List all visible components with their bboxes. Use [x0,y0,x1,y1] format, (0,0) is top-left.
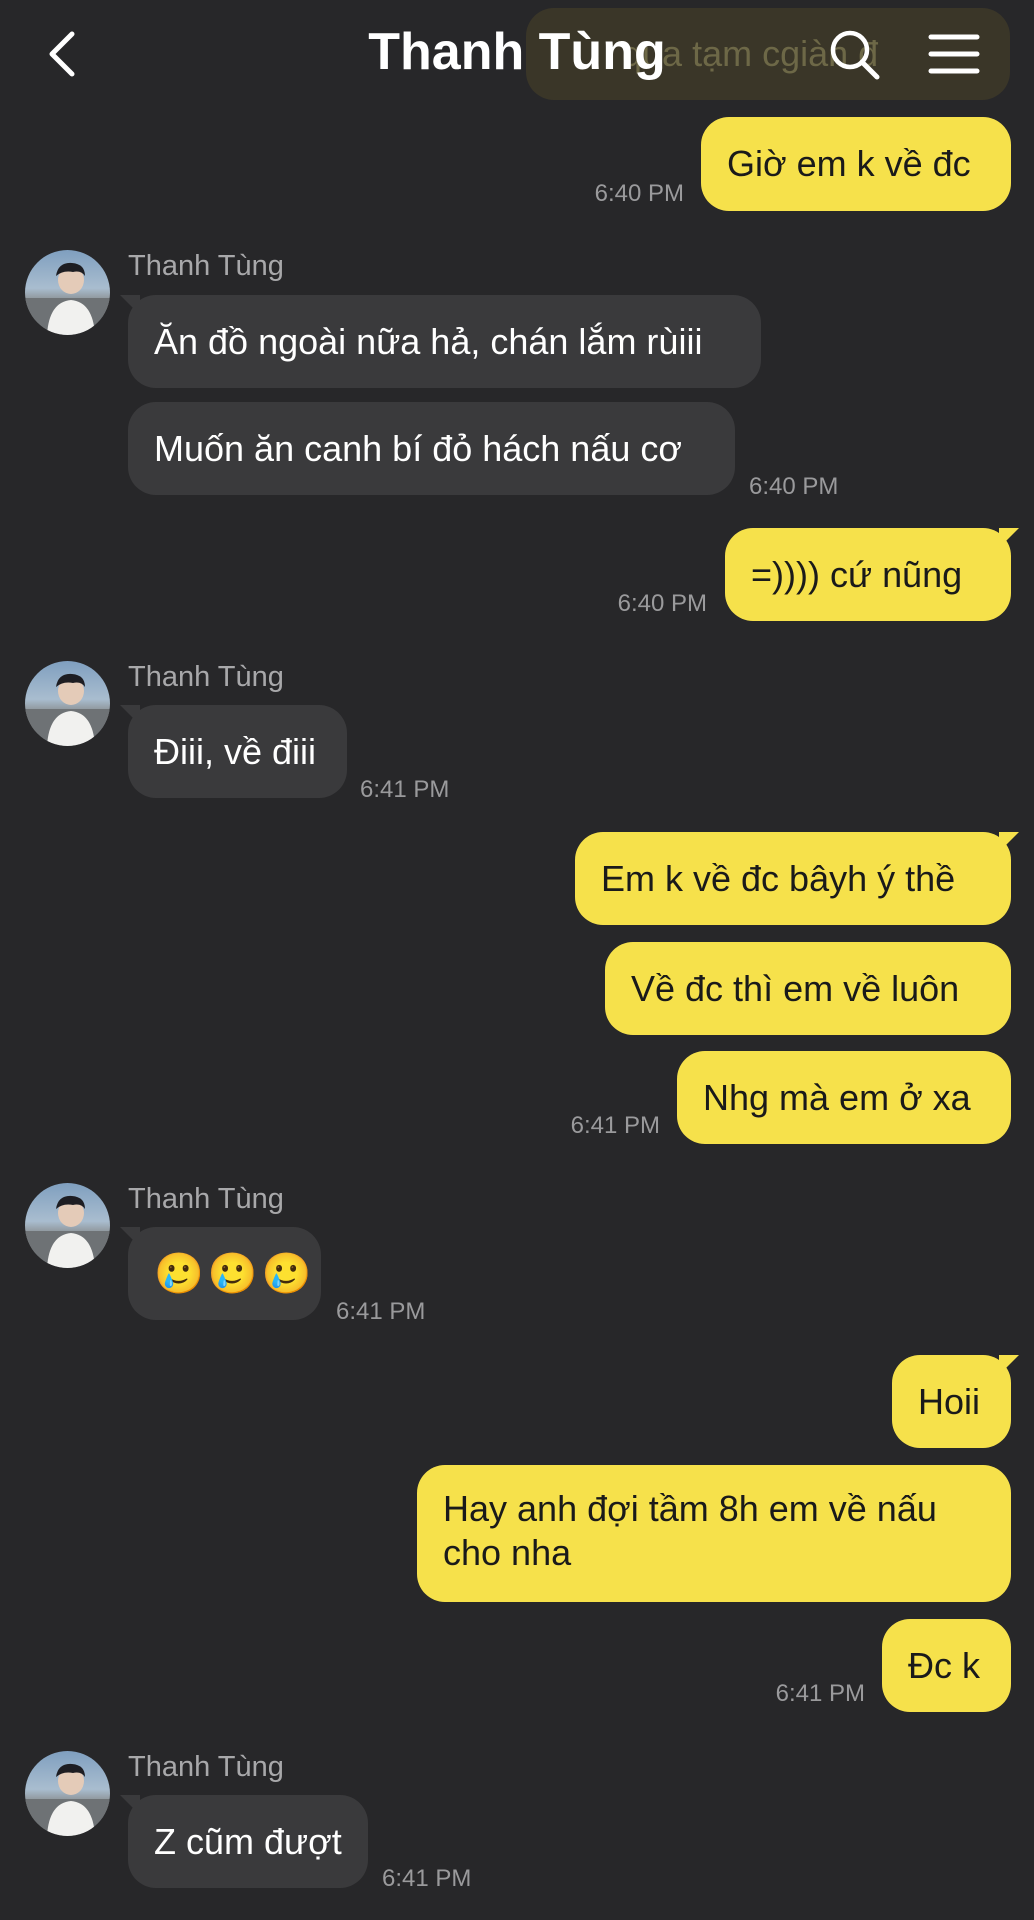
incoming-message[interactable]: Ăn đồ ngoài nữa hả, chán lắm rùiii [120,295,761,388]
message-timestamp: 6:40 PM [617,590,707,617]
incoming-message[interactable]: Muốn ăn canh bí đỏ hách nấu cơ [128,402,735,495]
back-button[interactable] [42,28,90,80]
sender-name: Thanh Tùng [128,250,284,282]
message-timestamp: 6:41 PM [336,1298,426,1325]
avatar-photo [25,1763,110,1836]
message-timestamp: 6:41 PM [382,1865,472,1892]
menu-button[interactable] [928,30,980,78]
message-timestamp: 6:40 PM [749,473,839,500]
sender-name: Thanh Tùng [128,661,284,693]
sender-name: Thanh Tùng [128,1751,284,1783]
message-timestamp: 6:41 PM [570,1112,660,1139]
outgoing-message[interactable]: Nhg mà em ở xa [677,1051,1011,1144]
outgoing-message[interactable]: Hay anh đợi tầm 8h em về nấu cho nha [417,1465,1011,1602]
avatar-photo [25,1195,110,1268]
outgoing-message[interactable]: Em k về đc bâyh ý thề [575,832,1019,925]
incoming-message[interactable]: Z cũm đượt [120,1795,368,1888]
contact-avatar[interactable] [25,1751,110,1836]
contact-avatar[interactable] [25,1183,110,1268]
sender-name: Thanh Tùng [128,1183,284,1215]
avatar-photo [25,262,110,335]
avatar-photo [25,673,110,746]
message-timestamp: 6:40 PM [594,180,684,207]
incoming-message[interactable]: 🥲🥲🥲 [120,1227,321,1320]
contact-avatar[interactable] [25,250,110,335]
outgoing-message[interactable]: Đc k [882,1619,1011,1712]
chevron-left-icon [49,31,75,77]
hamburger-menu-icon [928,34,980,74]
outgoing-message[interactable]: Hoii [892,1355,1019,1448]
search-button[interactable] [826,26,882,82]
outgoing-message[interactable]: Về đc thì em về luôn [605,942,1011,1035]
message-timestamp: 6:41 PM [775,1680,865,1707]
search-icon [830,30,880,80]
chat-header: Thanh Tùng [0,0,1034,108]
incoming-message[interactable]: Điii, về điii [120,705,347,798]
outgoing-message[interactable]: Giờ em k về đc [701,117,1011,211]
message-timestamp: 6:41 PM [360,776,450,803]
outgoing-message[interactable]: =)))) cứ nũng [725,528,1019,621]
contact-avatar[interactable] [25,661,110,746]
